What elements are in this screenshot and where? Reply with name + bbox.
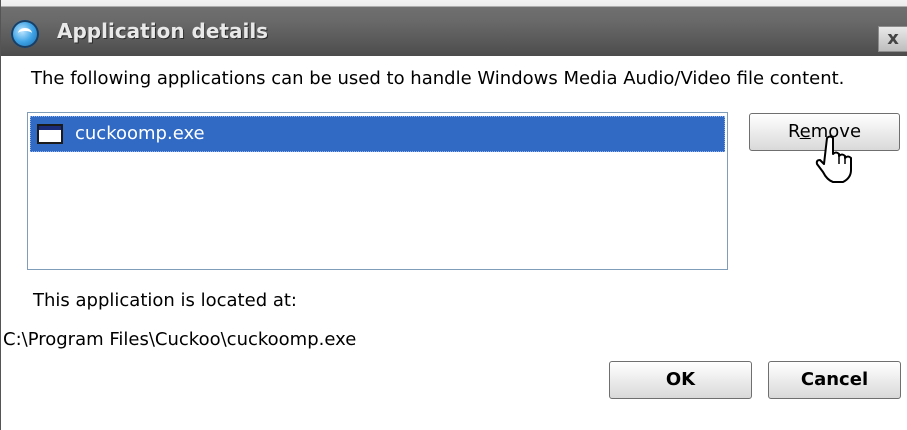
ok-button[interactable]: OK <box>609 361 752 399</box>
window-title: Application details <box>57 19 269 43</box>
remove-label-accelerator: e <box>799 121 811 142</box>
cancel-button[interactable]: Cancel <box>768 361 901 399</box>
remove-label-prefix: R <box>787 121 800 142</box>
hand-pointer-icon <box>815 135 852 183</box>
close-button[interactable]: x <box>878 26 907 52</box>
application-details-dialog: Application details x The following appl… <box>0 0 907 430</box>
app-logo-icon <box>11 20 39 48</box>
window-icon <box>37 124 63 144</box>
description-text: The following applications can be used t… <box>31 68 845 89</box>
list-item[interactable]: cuckoomp.exe <box>30 116 725 152</box>
location-label: This application is located at: <box>33 290 297 311</box>
location-path: C:\Program Files\Cuckoo\cuckoomp.exe <box>3 329 357 350</box>
title-bar[interactable]: Application details x <box>1 0 907 56</box>
application-list[interactable]: cuckoomp.exe <box>27 112 728 270</box>
list-item-label: cuckoomp.exe <box>75 123 205 144</box>
